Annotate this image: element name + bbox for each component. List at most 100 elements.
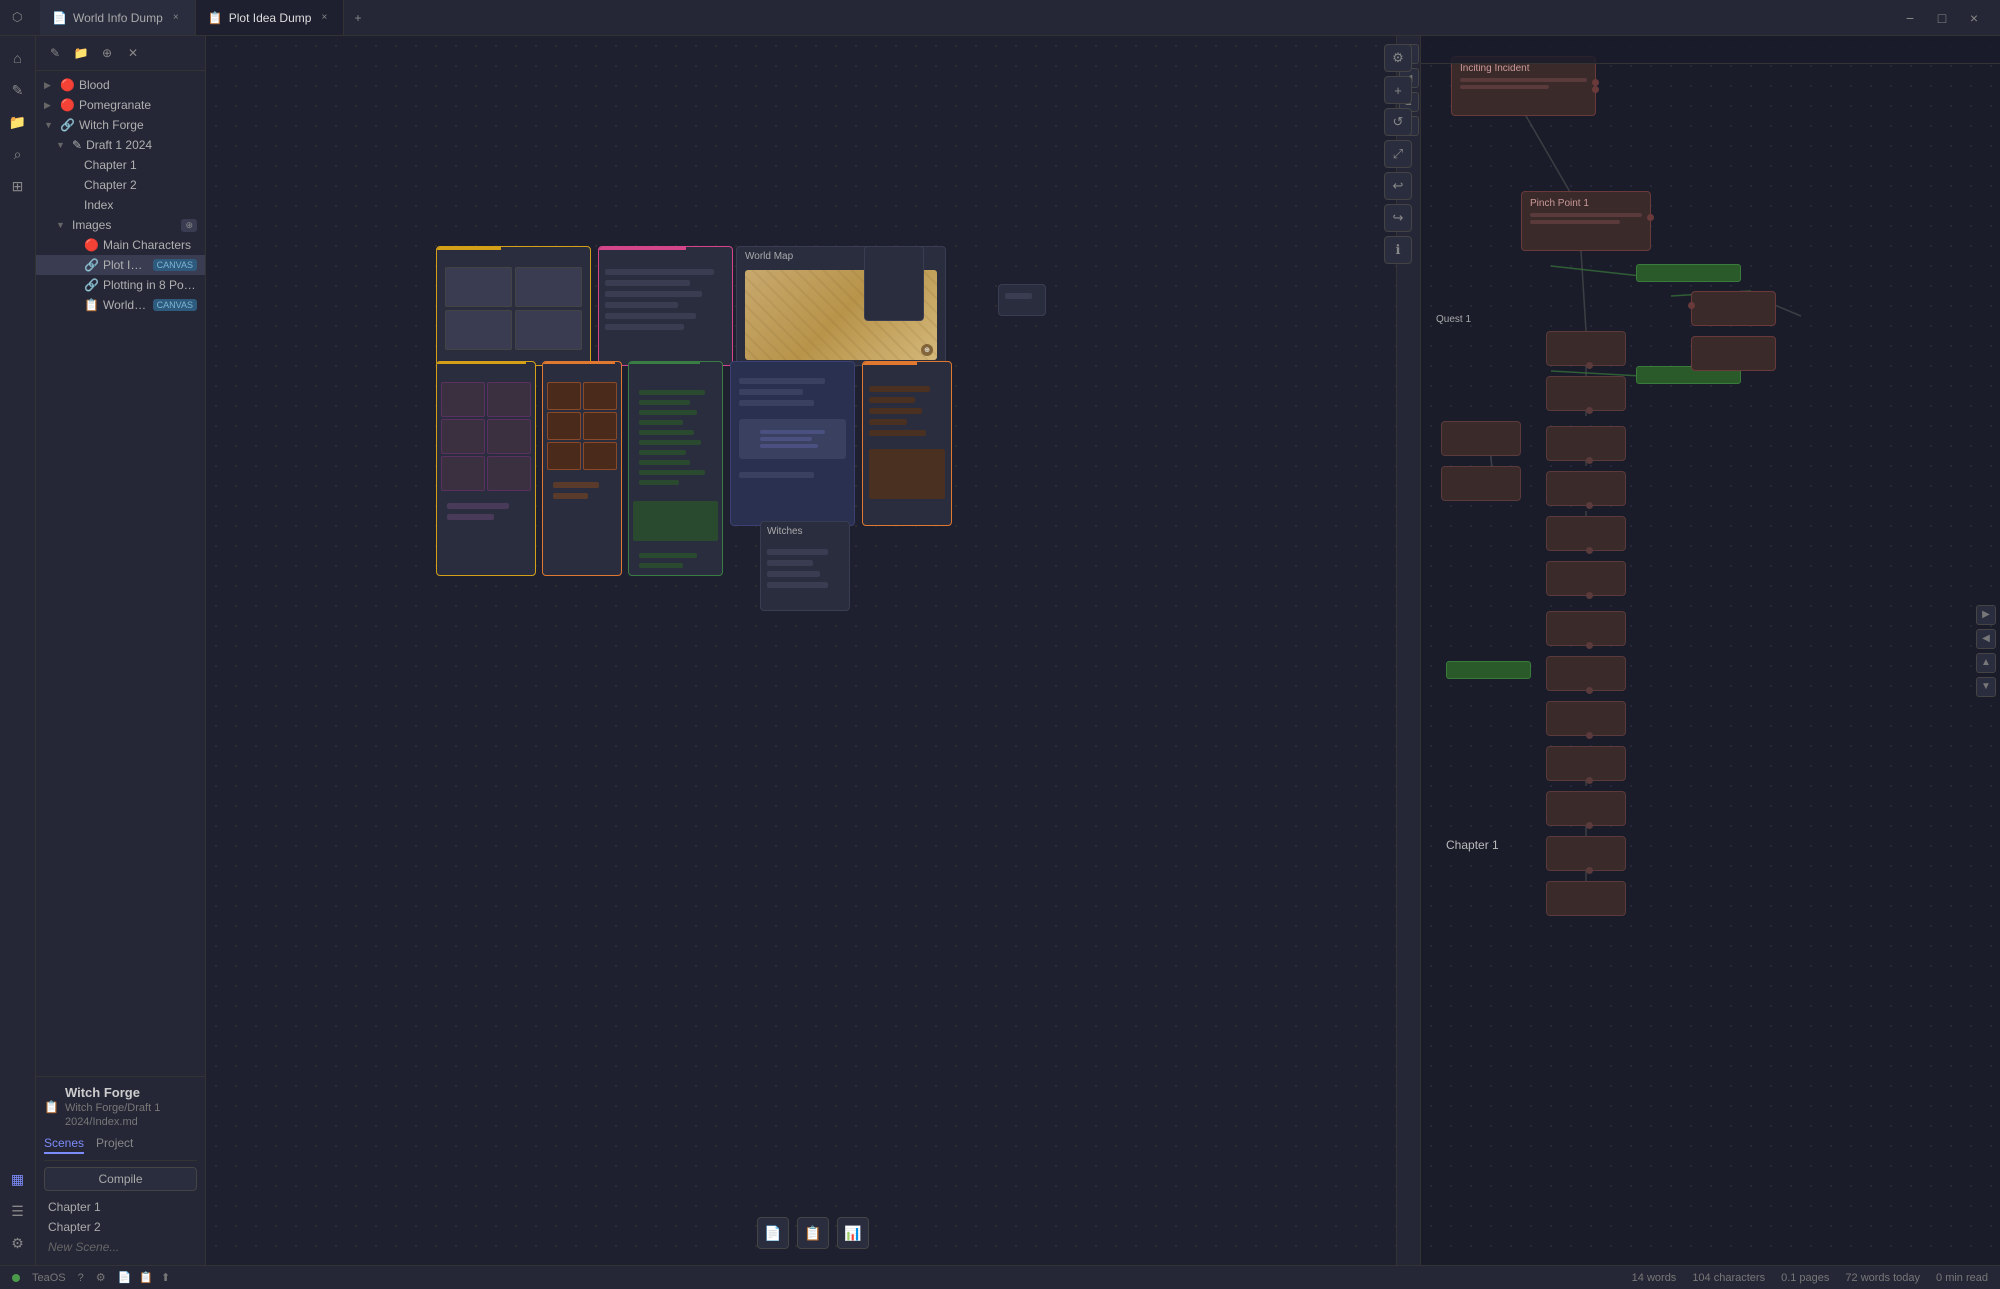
node-quest-label: Quest 1 (1436, 314, 1471, 325)
node-chain-2[interactable] (1546, 471, 1626, 506)
sidebar-icon-list[interactable]: ☰ (4, 1197, 32, 1225)
tree-item-index[interactable]: Index (36, 195, 205, 215)
tab-project[interactable]: Project (96, 1136, 133, 1154)
sidebar-icon-home[interactable]: ⌂ (4, 44, 32, 72)
node-quest-a[interactable] (1441, 421, 1521, 456)
bottom-icon: 📋 (44, 1100, 59, 1114)
close-button[interactable]: × (1960, 4, 1988, 32)
sidebar-icon-tags[interactable]: ⊞ (4, 172, 32, 200)
node-left-a1[interactable] (1546, 331, 1626, 366)
plot-edge-1[interactable]: ▶ (1976, 605, 1996, 625)
node-chain-8[interactable] (1546, 746, 1626, 781)
node-chain-1[interactable] (1546, 426, 1626, 461)
canvas-zoom-in-btn[interactable]: + (1384, 76, 1412, 104)
node-inciting[interactable]: Inciting Incident (1451, 56, 1596, 116)
canvas-expand-btn[interactable]: ⤢ (1384, 140, 1412, 168)
new-tab-button[interactable]: + (344, 11, 371, 25)
tree-item-draft[interactable]: ▼ ✎ Draft 1 2024 (36, 135, 205, 155)
sidebar-icon-search[interactable]: ⌕ (4, 140, 32, 168)
tree-item-plotting[interactable]: 🔗 Plotting in 8 Points (36, 275, 205, 295)
canvas-redo-btn[interactable]: ↪ (1384, 204, 1412, 232)
compile-button[interactable]: Compile (44, 1167, 197, 1191)
tree-item-plot-ide[interactable]: 🔗 Plot Ide... CANVAS (36, 255, 205, 275)
node-left-a2[interactable] (1546, 376, 1626, 411)
node-green-bar-1[interactable] (1636, 264, 1741, 282)
label-witch-forge: Witch Forge (79, 118, 197, 132)
card-world-history[interactable]: World History (628, 361, 723, 576)
toolbar-close[interactable]: ✕ (122, 42, 144, 64)
plot-edge-4[interactable]: ▼ (1976, 677, 1996, 697)
maximize-button[interactable]: □ (1928, 4, 1956, 32)
card-unnamed-top[interactable] (864, 246, 924, 321)
canvas-doc-btn[interactable]: 📄 (757, 1217, 789, 1249)
canvas-info-btn[interactable]: ℹ (1384, 236, 1412, 264)
card-holidays[interactable]: Holidays (862, 361, 952, 526)
node-pinch-1[interactable]: Pinch Point 1 (1521, 191, 1651, 251)
card-clista[interactable]: Clista Information (436, 361, 536, 576)
canvas-undo-btn[interactable]: ↩ (1384, 172, 1412, 200)
tab-plot-icon: 📋 (208, 11, 223, 25)
toolbar-edit[interactable]: ✎ (44, 42, 66, 64)
canvas-chart-btn[interactable]: 📊 (837, 1217, 869, 1249)
status-note-icon[interactable]: 📋 (139, 1271, 153, 1284)
sidebar-icon-folder[interactable]: 📁 (4, 108, 32, 136)
tree-item-chapter-1[interactable]: Chapter 1 (36, 155, 205, 175)
tab-scenes[interactable]: Scenes (44, 1136, 84, 1154)
toolbar-add[interactable]: ⊕ (96, 42, 118, 64)
tree-item-chapter-2[interactable]: Chapter 2 (36, 175, 205, 195)
node-chain-11[interactable] (1546, 881, 1626, 916)
card-small-float[interactable] (998, 284, 1046, 316)
card-unnamed-blue[interactable] (730, 361, 855, 526)
card-time-scale[interactable]: Time Scale (436, 246, 591, 366)
node-chain-3[interactable] (1546, 516, 1626, 551)
sidebar-icon-settings[interactable]: ⚙ (4, 1229, 32, 1257)
tab-world-close[interactable]: × (169, 11, 183, 25)
plot-edge-3[interactable]: ▲ (1976, 653, 1996, 673)
node-chain-7[interactable] (1546, 701, 1626, 736)
status-settings[interactable]: ⚙ (96, 1271, 106, 1284)
tab-plot-close[interactable]: × (317, 11, 331, 25)
arrow-draft: ▼ (56, 140, 68, 150)
canvas-plot-idea[interactable]: Inciting Incident Pinch Point 1 Quest 1 (1420, 36, 2000, 1265)
tree-item-blood[interactable]: ▶ 🔴 Blood (36, 75, 205, 95)
new-scene[interactable]: New Scene... (44, 1237, 197, 1257)
status-doc-icon[interactable]: 📄 (118, 1271, 132, 1284)
node-right-1[interactable] (1691, 291, 1776, 326)
status-help[interactable]: ? (78, 1272, 84, 1284)
sidebar-icon-grid[interactable]: ▦ (4, 1165, 32, 1193)
project-subtitle: Witch Forge/Draft 1 (65, 1102, 160, 1114)
tree-item-pomegranate[interactable]: ▶ 🔴 Pomegranate (36, 95, 205, 115)
status-export-icon[interactable]: ⬆ (161, 1271, 170, 1284)
status-indicator (12, 1274, 20, 1282)
node-quest-b[interactable] (1441, 466, 1521, 501)
label-plotting: Plotting in 8 Points (103, 278, 197, 292)
icon-draft: ✎ (72, 138, 82, 152)
node-right-2[interactable] (1691, 336, 1776, 371)
canvas-world-info[interactable]: ⚙ + ↺ ⤢ ↩ ↪ ℹ Time Scale Common Terms (206, 36, 1420, 1265)
sidebar-icon-edit[interactable]: ✎ (4, 76, 32, 104)
plot-edge-2[interactable]: ◀ (1976, 629, 1996, 649)
node-chain-5[interactable] (1546, 611, 1626, 646)
minimize-button[interactable]: − (1896, 4, 1924, 32)
canvas-settings-btn[interactable]: ⚙ (1384, 44, 1412, 72)
card-magic-system[interactable]: Magic System (542, 361, 622, 576)
tab-plot-idea[interactable]: 📋 Plot Idea Dump × (196, 0, 345, 35)
node-chain-6[interactable] (1546, 656, 1626, 691)
toolbar-folder[interactable]: 📁 (70, 42, 92, 64)
scene-chapter-1[interactable]: Chapter 1 (44, 1197, 197, 1217)
card-common-terms[interactable]: Common Terms (598, 246, 733, 366)
page-count: 0.1 pages (1781, 1272, 1829, 1284)
tree-item-main-chars[interactable]: 🔴 Main Characters (36, 235, 205, 255)
node-chain-10[interactable] (1546, 836, 1626, 871)
scene-chapter-2[interactable]: Chapter 2 (44, 1217, 197, 1237)
node-green-lower[interactable] (1446, 661, 1531, 679)
card-witches[interactable]: Witches (760, 521, 850, 611)
node-chain-4[interactable] (1546, 561, 1626, 596)
node-chain-9[interactable] (1546, 791, 1626, 826)
tree-item-witch-forge[interactable]: ▼ 🔗 Witch Forge (36, 115, 205, 135)
tab-world-info[interactable]: 📄 World Info Dump × (40, 0, 196, 35)
canvas-note-btn[interactable]: 📋 (797, 1217, 829, 1249)
tree-item-world-in[interactable]: 📋 World In... CANVAS (36, 295, 205, 315)
tree-item-images[interactable]: ▼ Images ⊕ (36, 215, 205, 235)
canvas-refresh-btn[interactable]: ↺ (1384, 108, 1412, 136)
